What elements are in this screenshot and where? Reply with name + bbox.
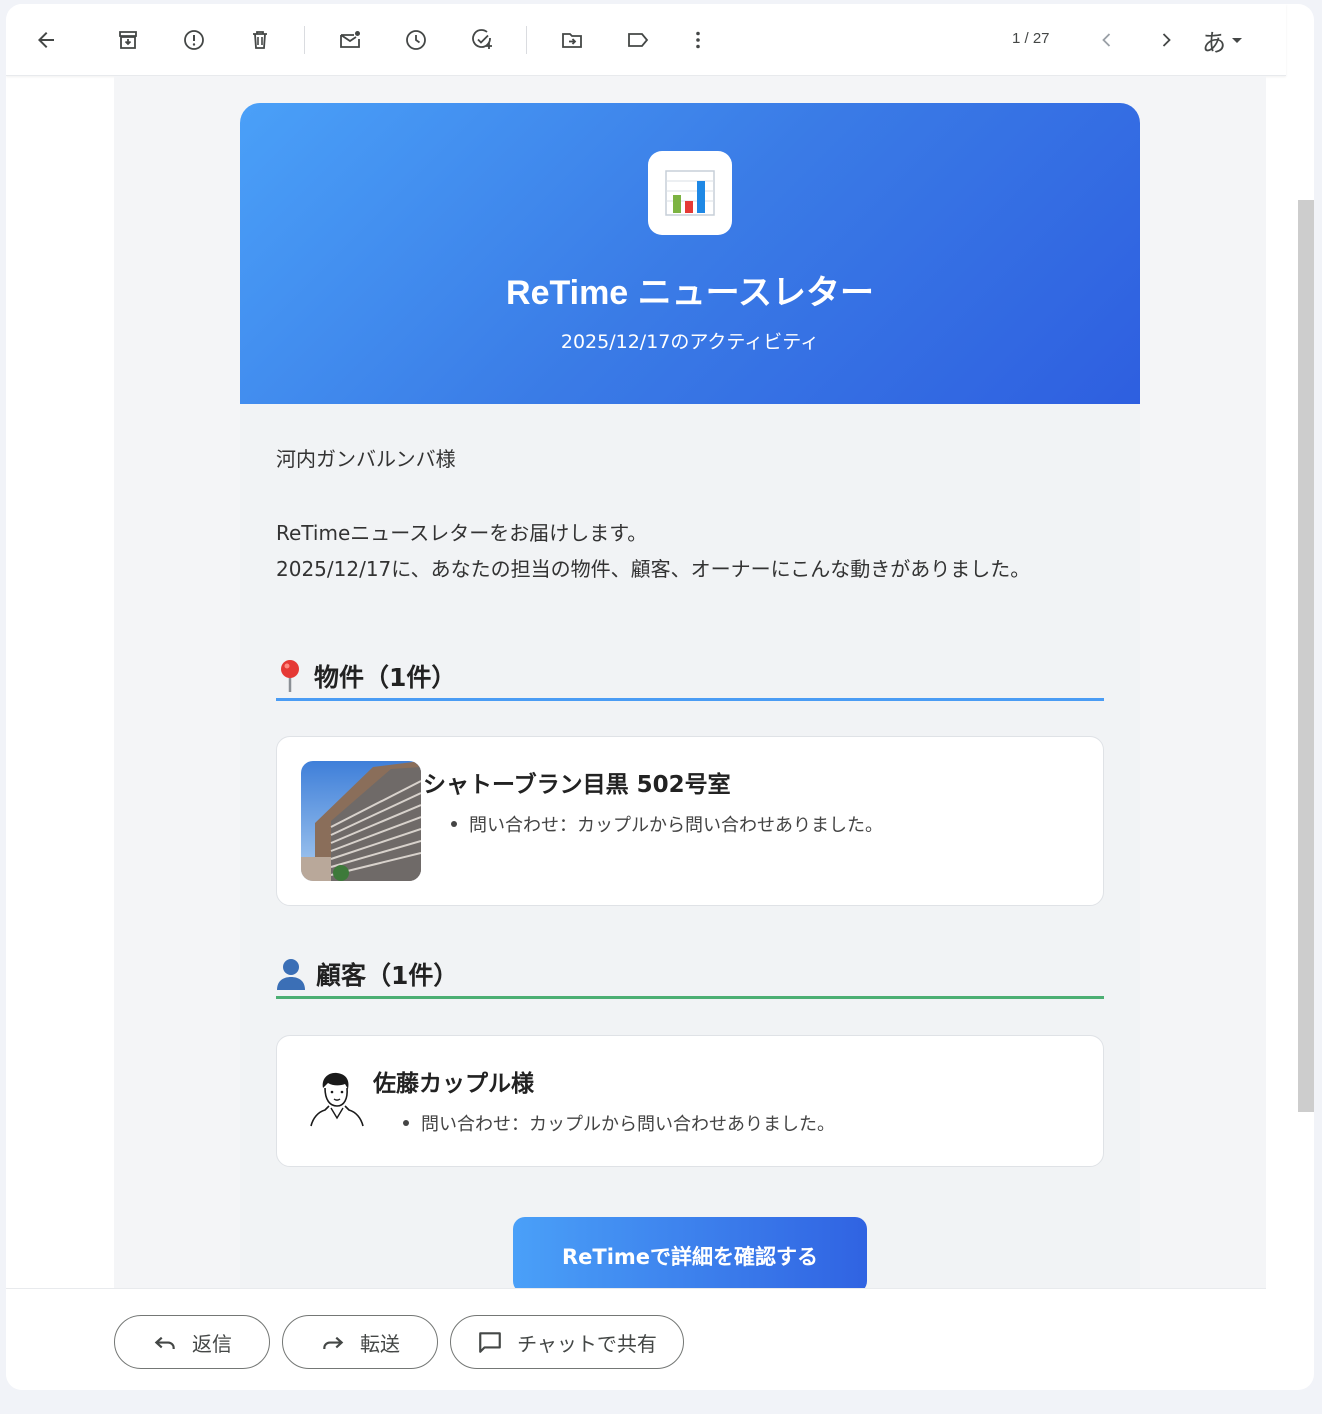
- newsletter-header: ReTime ニュースレター 2025/12/17のアクティビティ: [240, 103, 1140, 404]
- chat-icon: [479, 1332, 501, 1353]
- newsletter-subtitle: 2025/12/17のアクティビティ: [560, 331, 820, 353]
- caret-down-icon: [1232, 37, 1242, 43]
- mail-toolbar: 1 / 27 あ: [6, 4, 1286, 76]
- reply-label: 返信: [192, 1331, 232, 1356]
- pin-icon: [281, 659, 299, 692]
- message-actions: 返信 転送 チャットで共有: [6, 1288, 1266, 1390]
- customer-name[interactable]: 佐藤カップル様: [373, 1064, 534, 1098]
- add-task-icon[interactable]: [462, 20, 502, 60]
- delete-icon[interactable]: [240, 20, 280, 60]
- move-to-icon[interactable]: [552, 20, 592, 60]
- next-icon[interactable]: [1146, 20, 1186, 60]
- forward-button[interactable]: 転送: [282, 1315, 438, 1369]
- view-details-button[interactable]: ReTimeで詳細を確認する: [513, 1217, 867, 1288]
- property-name[interactable]: シャトーブラン目黒 502号室: [423, 765, 731, 799]
- input-language-label: あ: [1202, 28, 1226, 57]
- bullet-icon: [451, 821, 457, 827]
- mark-unread-icon[interactable]: [330, 20, 370, 60]
- label-icon[interactable]: [618, 20, 658, 60]
- scrollbar-thumb[interactable]: [1298, 200, 1314, 1112]
- customer-avatar-icon: [310, 1072, 364, 1127]
- pager-count: 1 / 27: [1012, 30, 1050, 47]
- bullet-icon: [403, 1120, 409, 1126]
- property-section-heading: 物件（1件）: [276, 653, 1104, 701]
- intro-line: 2025/12/17に、あなたの担当の物件、顧客、オーナーにこんな動きがありまし…: [276, 557, 1031, 581]
- snooze-icon[interactable]: [396, 20, 436, 60]
- back-arrow-icon[interactable]: [26, 20, 66, 60]
- report-spam-icon[interactable]: [174, 20, 214, 60]
- prev-icon[interactable]: [1087, 20, 1127, 60]
- input-language-select[interactable]: あ: [1202, 22, 1266, 58]
- intro-text: ReTimeニュースレターをお届けします。 2025/12/17に、あなたの担当…: [276, 515, 1076, 587]
- newsletter: ReTime ニュースレター 2025/12/17のアクティビティ 河内ガンバル…: [240, 103, 1140, 1288]
- message-body[interactable]: ReTime ニュースレター 2025/12/17のアクティビティ 河内ガンバル…: [114, 76, 1266, 1288]
- mail-window: 1 / 27 あ ReTime ニュースレター 2025/12/17のアクティビ…: [6, 4, 1314, 1390]
- more-vert-icon[interactable]: [678, 20, 718, 60]
- property-card[interactable]: シャトーブラン目黒 502号室 問い合わせ：カップルから問い合わせありました。: [276, 736, 1104, 906]
- archive-icon[interactable]: [108, 20, 148, 60]
- customer-section-heading: 顧客（1件）: [276, 951, 1104, 999]
- share-in-chat-button[interactable]: チャットで共有: [450, 1315, 684, 1369]
- customer-section-title: 顧客（1件）: [316, 960, 459, 990]
- forward-label: 転送: [360, 1331, 400, 1356]
- newsletter-title: ReTime ニュースレター: [506, 274, 874, 312]
- person-icon: [277, 958, 305, 990]
- property-photo: [301, 761, 421, 881]
- customer-card[interactable]: 佐藤カップル様 問い合わせ：カップルから問い合わせありました。: [276, 1035, 1104, 1167]
- reply-icon: [154, 1336, 175, 1350]
- intro-line: ReTimeニュースレターをお届けします。: [276, 521, 648, 545]
- property-activity: 問い合わせ：カップルから問い合わせありました。: [451, 811, 883, 837]
- share-in-chat-label: チャットで共有: [517, 1331, 657, 1356]
- property-activity-text: 問い合わせ：カップルから問い合わせありました。: [469, 815, 883, 836]
- customer-activity-text: 問い合わせ：カップルから問い合わせありました。: [421, 1114, 835, 1135]
- bar-chart-icon: [648, 151, 732, 235]
- greeting: 河内ガンバルンバ様: [276, 447, 456, 471]
- forward-icon: [323, 1336, 344, 1350]
- reply-button[interactable]: 返信: [114, 1315, 270, 1369]
- property-section-title: 物件（1件）: [314, 662, 457, 692]
- customer-activity: 問い合わせ：カップルから問い合わせありました。: [403, 1110, 835, 1136]
